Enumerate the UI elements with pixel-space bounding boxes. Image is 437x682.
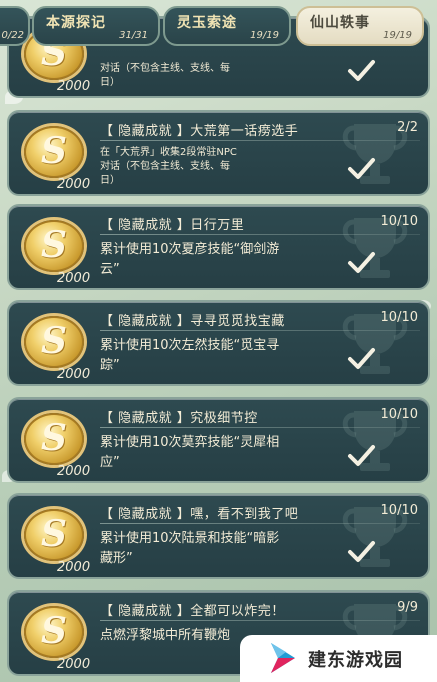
achievement-card[interactable]: S 2000 【 隐藏成就 】嘿，看不到我了吧 10/10 累计使用10次陆景和… xyxy=(7,493,430,579)
divider xyxy=(100,427,420,428)
watermark: 建东游戏园 xyxy=(240,635,437,682)
tab-lingyu[interactable]: 灵玉索途 19/19 xyxy=(163,6,291,46)
achievement-title: 【 隐藏成就 】寻寻觅觅找宝藏 xyxy=(100,314,285,329)
divider xyxy=(100,523,420,524)
achievement-progress: 2/2 xyxy=(397,120,418,135)
tab-partial[interactable]: 0/22 xyxy=(0,6,30,46)
tab-count: 0/22 xyxy=(1,30,24,41)
check-icon xyxy=(348,541,375,562)
achievement-title: 【 隐藏成就 】日行万里 xyxy=(100,218,245,233)
tab-count: 19/19 xyxy=(250,30,279,41)
achievement-title: 【 隐藏成就 】嘿，看不到我了吧 xyxy=(100,507,299,522)
check-icon xyxy=(348,252,375,273)
reward-amount: 2000 xyxy=(57,560,91,575)
reward-amount: 2000 xyxy=(57,367,91,382)
achievement-card[interactable]: S 2000 【 隐藏成就 】究极细节控 10/10 累计使用10次莫弈技能“灵… xyxy=(7,397,430,483)
reward-amount: 2000 xyxy=(57,177,91,192)
check-icon xyxy=(348,445,375,466)
coin-icon: S xyxy=(24,220,84,272)
reward-amount: 2000 xyxy=(57,271,91,286)
achievement-title: 【 隐藏成就 】究极细节控 xyxy=(100,411,258,426)
tab-label: 灵玉索途 xyxy=(177,15,237,31)
divider xyxy=(100,620,420,621)
achievement-title: 【 隐藏成就 】全都可以炸完！ xyxy=(100,604,285,619)
watermark-logo-icon xyxy=(271,643,295,673)
achievement-title: 【 隐藏成就 】大荒第一话痨选手 xyxy=(100,124,299,139)
category-tabs: 0/22 本源探记 31/31 灵玉索途 19/19 仙山轶事 19/19 xyxy=(0,0,437,48)
divider xyxy=(100,140,420,141)
achievement-description: 累计使用10次陆景和技能“暗影 藏形” xyxy=(100,531,280,566)
achievement-progress: 10/10 xyxy=(380,310,418,325)
coin-icon: S xyxy=(24,316,84,368)
achievement-progress: 10/10 xyxy=(380,503,418,518)
coin-icon: S xyxy=(24,126,84,178)
achievement-card[interactable]: S 2000 【 隐藏成就 】寻寻觅觅找宝藏 10/10 累计使用10次左然技能… xyxy=(7,300,430,386)
tab-count: 31/31 xyxy=(119,30,148,41)
achievement-description: 对话（不包含主线、支线、每 日） xyxy=(100,63,230,88)
reward-amount: 2000 xyxy=(57,464,91,479)
achievement-description: 累计使用10次夏彦技能“御剑游 云” xyxy=(100,242,280,277)
achievement-card[interactable]: S 2000 【 隐藏成就 】日行万里 10/10 累计使用10次夏彦技能“御剑… xyxy=(7,204,430,290)
reward-amount: 2000 xyxy=(57,657,91,672)
achievement-progress: 10/10 xyxy=(380,214,418,229)
achievement-description: 累计使用10次左然技能“觅宝寻 踪” xyxy=(100,338,280,373)
achievement-progress: 10/10 xyxy=(380,407,418,422)
watermark-text: 建东游戏园 xyxy=(308,650,403,671)
check-icon xyxy=(348,60,375,81)
check-icon xyxy=(348,158,375,179)
achievement-description: 累计使用10次莫弈技能“灵犀相 应” xyxy=(100,435,280,470)
achievement-description: 在「大荒界」收集2段常驻NPC 对话（不包含主线、支线、每 日） xyxy=(100,147,237,186)
divider xyxy=(100,234,420,235)
tab-count: 19/19 xyxy=(383,30,412,41)
tab-benyuan[interactable]: 本源探记 31/31 xyxy=(32,6,160,46)
coin-icon: S xyxy=(24,509,84,561)
reward-amount: 2000 xyxy=(57,79,91,94)
coin-icon: S xyxy=(24,606,84,658)
tab-label: 仙山轶事 xyxy=(310,15,370,31)
coin-icon: S xyxy=(24,413,84,465)
tab-xianshan[interactable]: 仙山轶事 19/19 xyxy=(296,6,424,46)
check-icon xyxy=(348,348,375,369)
achievement-progress: 9/9 xyxy=(397,600,418,615)
divider xyxy=(100,330,420,331)
tab-label: 本源探记 xyxy=(46,15,106,31)
achievement-card[interactable]: S 2000 【 隐藏成就 】大荒第一话痨选手 2/2 在「大荒界」收集2段常驻… xyxy=(7,110,430,196)
